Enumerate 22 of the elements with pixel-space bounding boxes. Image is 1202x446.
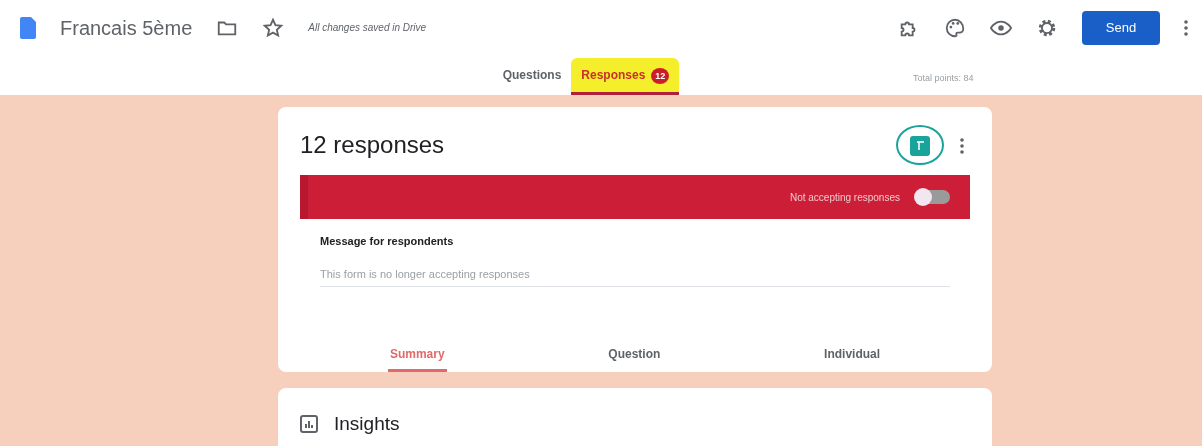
- tab[interactable]: Question: [606, 339, 663, 372]
- toggle-switch[interactable]: [916, 190, 950, 204]
- more-icon[interactable]: [960, 137, 964, 154]
- message-label: Message for respondents: [320, 234, 455, 249]
- tab[interactable]: Responses 12: [571, 58, 680, 95]
- tab[interactable]: Questions: [492, 58, 572, 95]
- chart-icon: [300, 415, 318, 434]
- accepting-label: Not accepting responses: [789, 190, 900, 205]
- save-status: All changes saved in Drive: [308, 21, 427, 35]
- spreadsheet-icon[interactable]: [910, 135, 930, 156]
- more-icon[interactable]: [1184, 19, 1188, 36]
- count-badge: 12: [651, 68, 670, 84]
- tab[interactable]: Individual: [822, 339, 883, 372]
- palette-icon[interactable]: [944, 16, 966, 39]
- document-icon[interactable]: [20, 16, 36, 39]
- responses-count: 12 responses: [300, 130, 445, 160]
- send-button[interactable]: Send: [1082, 10, 1160, 45]
- total-points: Total points: 84: [913, 72, 974, 85]
- insights-title: Insights: [334, 412, 400, 436]
- form-title[interactable]: Francais 5ème: [60, 12, 193, 43]
- tab[interactable]: Summary: [387, 339, 447, 372]
- star-icon[interactable]: [262, 16, 285, 39]
